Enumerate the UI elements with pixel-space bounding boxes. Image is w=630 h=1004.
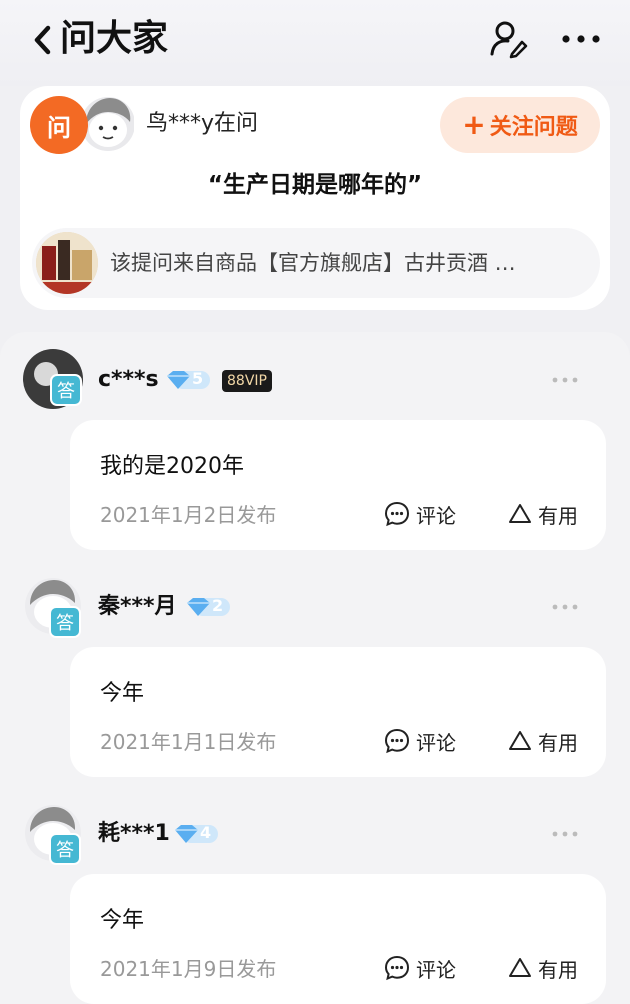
answer-tag: 答	[50, 374, 82, 406]
answer-tag: 答	[49, 606, 81, 638]
useful-button[interactable]: 有用	[508, 952, 578, 984]
level-badge: 2	[184, 595, 230, 619]
answer-date: 2021年1月9日发布	[100, 957, 277, 981]
question-text: “生产日期是哪年的”	[207, 172, 423, 198]
comment-icon	[384, 728, 410, 754]
useful-button[interactable]: 有用	[508, 725, 578, 757]
useful-label: 有用	[538, 503, 578, 528]
top-bar: 问大家	[0, 0, 630, 86]
triangle-up-icon	[509, 731, 531, 750]
source-text: 该提问来自商品【官方旗舰店】古井贡酒 …	[110, 251, 516, 275]
chevron-left-icon[interactable]	[28, 20, 58, 60]
answer-date: 2021年1月1日发布	[100, 730, 277, 754]
level-badge: 5	[164, 368, 210, 392]
answerer-name: c***s	[98, 367, 159, 392]
more-dots-icon[interactable]	[551, 824, 579, 844]
comment-button[interactable]: 评论	[384, 498, 456, 530]
comment-button[interactable]: 评论	[384, 725, 456, 757]
product-thumbnail	[36, 232, 98, 294]
triangle-up-icon	[509, 504, 531, 523]
answer-text: 今年	[100, 681, 145, 706]
user-edit-icon[interactable]	[488, 18, 530, 60]
level-number: 5	[192, 369, 204, 388]
answer-card: 今年 2021年1月1日发布 评论 有用	[70, 647, 606, 777]
more-dots-icon[interactable]	[551, 597, 579, 617]
answer-card: 我的是2020年 2021年1月2日发布 评论 有用	[70, 420, 606, 550]
answer-card: 今年 2021年1月9日发布 评论 有用	[70, 874, 606, 1004]
answer-text: 我的是2020年	[100, 454, 244, 479]
page-title: 问大家	[60, 18, 169, 59]
comment-label: 评论	[416, 503, 456, 528]
follow-question-button[interactable]: + 关注问题	[440, 97, 600, 153]
plus-icon: +	[462, 108, 486, 141]
triangle-up-icon	[509, 958, 531, 977]
more-dots-icon[interactable]	[558, 24, 604, 54]
answer-date: 2021年1月2日发布	[100, 503, 277, 527]
answer-text: 今年	[100, 908, 145, 933]
useful-button[interactable]: 有用	[508, 498, 578, 530]
vip-badge: 88VIP	[222, 370, 272, 392]
question-badge: 问	[30, 96, 88, 154]
comment-icon	[384, 501, 410, 527]
follow-label: 关注问题	[489, 115, 578, 140]
answerer-name: 耗***1	[98, 821, 170, 846]
comment-button[interactable]: 评论	[384, 952, 456, 984]
level-badge: 4	[172, 822, 218, 846]
level-number: 4	[200, 823, 212, 842]
useful-label: 有用	[538, 957, 578, 982]
comment-label: 评论	[416, 957, 456, 982]
source-product-link[interactable]: 该提问来自商品【官方旗舰店】古井贡酒 …	[32, 228, 600, 298]
comment-label: 评论	[416, 730, 456, 755]
useful-label: 有用	[538, 730, 578, 755]
answerer-name: 秦***月	[98, 594, 177, 619]
answers-list: 答 c***s 5 88VIP 我的是2020年 2021年1月2日发布 评论	[0, 332, 630, 1004]
question-card: 问 鸟***y在问 + 关注问题 “生产日期是哪年的” 该提问来自商品【官方旗舰…	[20, 86, 610, 310]
asker-name: 鸟***y在问	[146, 111, 259, 136]
answer-tag: 答	[49, 833, 81, 865]
level-number: 2	[212, 596, 224, 615]
comment-icon	[384, 955, 410, 981]
more-dots-icon[interactable]	[551, 370, 579, 390]
